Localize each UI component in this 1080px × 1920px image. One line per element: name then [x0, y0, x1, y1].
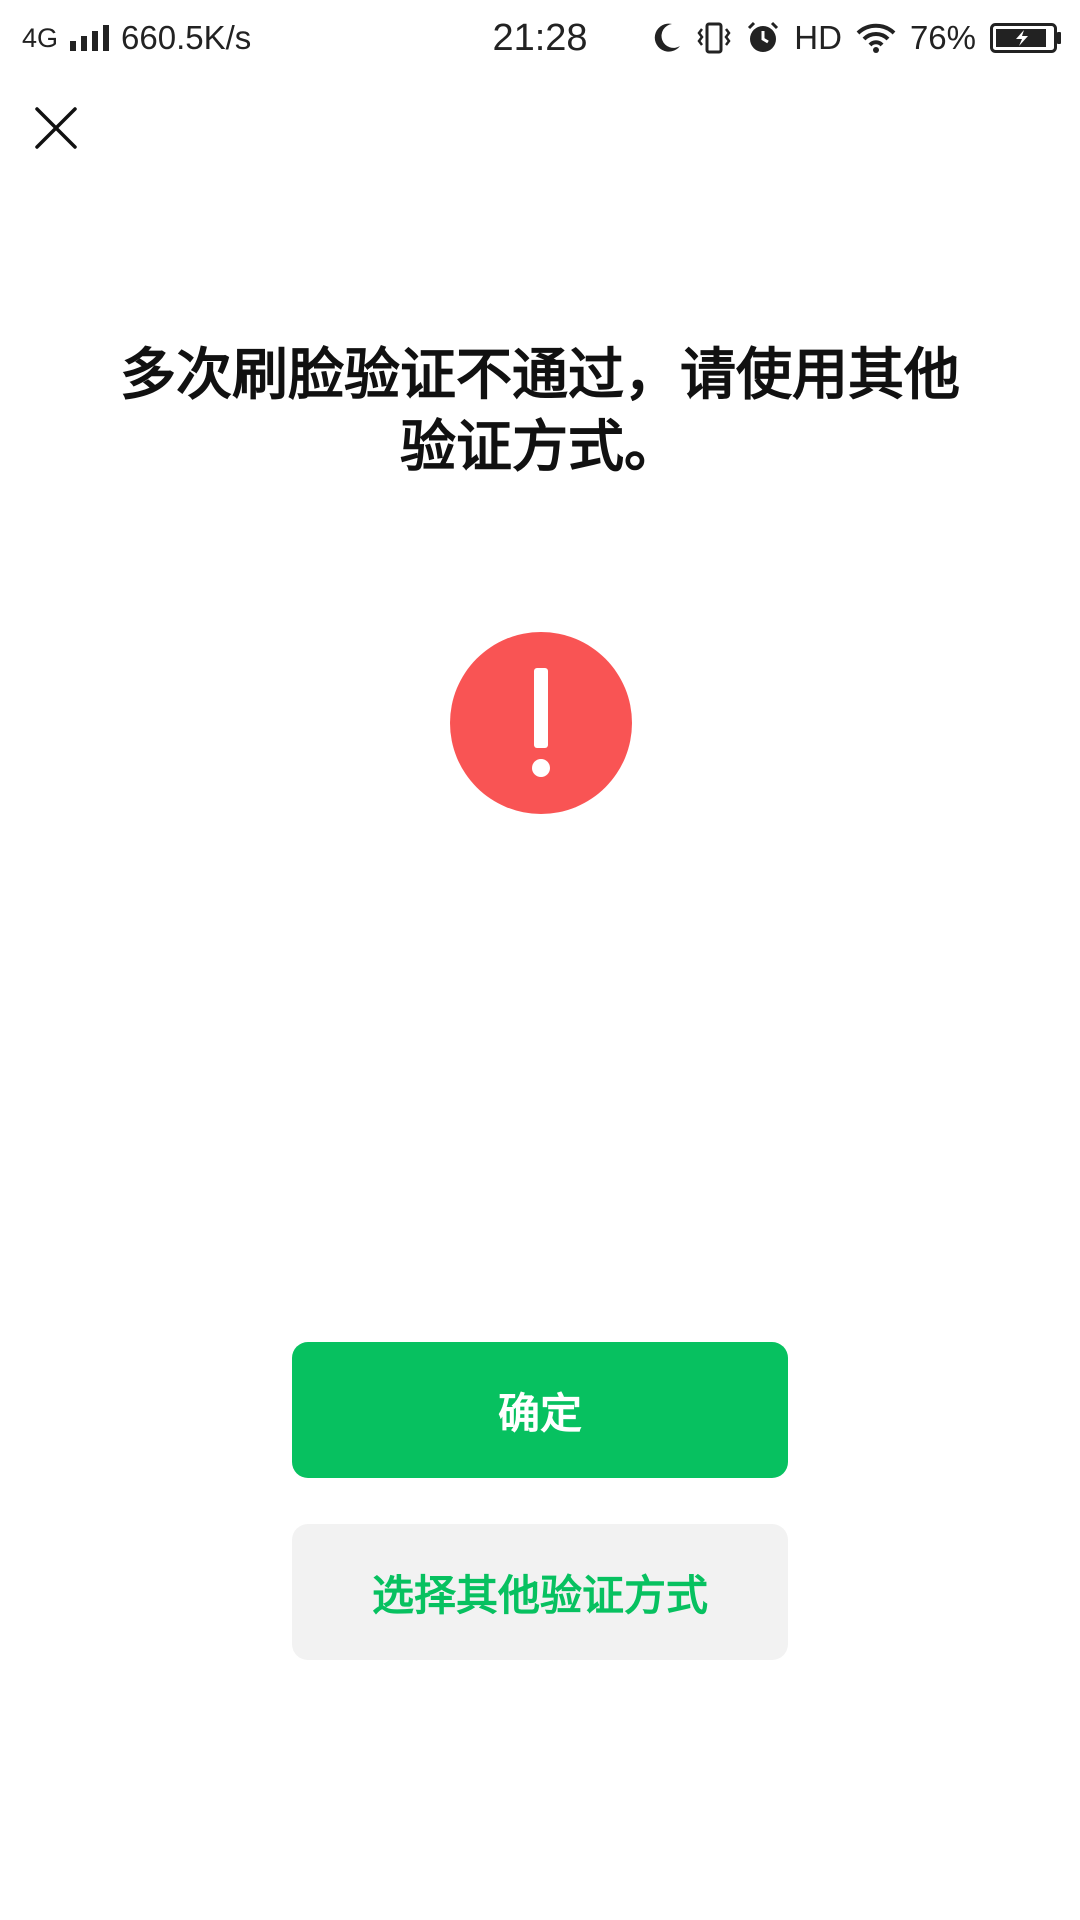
battery-charging-icon	[990, 23, 1062, 53]
network-type: 4G	[22, 22, 59, 53]
other-verification-button[interactable]: 选择其他验证方式	[292, 1524, 788, 1660]
hd-indicator: HD	[794, 19, 842, 56]
page-title: 多次刷脸验证不通过，请使用其他验证方式。	[120, 343, 960, 480]
wifi-icon	[856, 22, 896, 54]
moon-icon	[652, 22, 682, 54]
confirm-button[interactable]: 确定	[292, 1342, 788, 1478]
confirm-button-label: 确定	[497, 1388, 582, 1438]
vibrate-icon	[696, 21, 732, 55]
close-icon	[35, 107, 77, 149]
other-verification-label: 选择其他验证方式	[371, 1570, 708, 1620]
status-bar-left: 4G 660.5K/s	[22, 0, 251, 76]
signal-icon	[70, 25, 110, 51]
alarm-icon	[746, 21, 780, 55]
battery-percent: 76%	[909, 19, 976, 56]
status-bar-right: HD 76%	[652, 0, 1062, 76]
network-speed: 660.5K/s	[121, 19, 252, 56]
exclamation-circle-icon	[450, 632, 632, 814]
close-button[interactable]	[28, 100, 84, 156]
status-bar: 4G 660.5K/s 21:28 HD 76%	[0, 0, 1080, 76]
